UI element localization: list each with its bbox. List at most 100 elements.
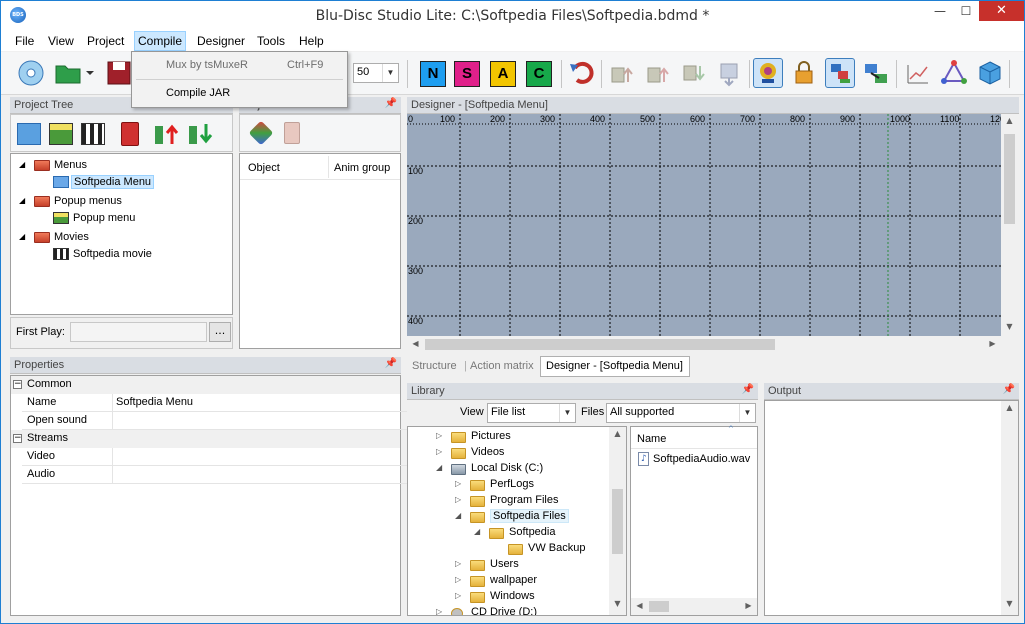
file-list-hscroll[interactable]: ◀ ▶ [631,598,757,615]
menu-view[interactable]: View [48,34,74,48]
section-streams[interactable]: − Streams [11,430,400,448]
tree-item-menus[interactable]: Menus [54,159,87,171]
tree-item-movies[interactable]: Movies [54,231,89,243]
folder-tree-item[interactable]: ▷ Windows [408,589,608,605]
chart-icon[interactable] [903,58,933,88]
col-object[interactable]: Object [248,162,280,174]
add-menu-icon[interactable] [17,123,41,145]
tree-item-softpedia-movie[interactable]: Softpedia movie [73,248,152,260]
col-anim-group[interactable]: Anim group [334,162,390,174]
tab-action-matrix[interactable]: Action matrix [470,360,534,372]
move-item-down-icon[interactable] [188,122,214,146]
folder-tree-item[interactable]: ◢ Softpedia [408,525,608,541]
prop-row-name[interactable]: Name Softpedia Menu [22,394,410,412]
minimize-button[interactable]: — [927,1,953,21]
menu-designer[interactable]: Designer [197,34,245,48]
pin-icon[interactable]: 📌 [385,358,397,369]
undo-icon[interactable] [567,58,597,88]
lock-icon[interactable] [789,58,819,88]
collapse-arrow-icon[interactable]: ◢ [474,527,480,536]
menu-help[interactable]: Help [299,34,324,48]
pin-icon[interactable]: 📌 [1003,384,1015,395]
cube-icon[interactable] [975,58,1005,88]
folder-tree-item[interactable]: ▷ Program Files [408,493,608,509]
prop-row-video[interactable]: Video [22,448,410,466]
expand-arrow-icon[interactable]: ▷ [455,591,461,600]
scroll-up-icon[interactable]: ▲ [609,429,626,438]
completed-state-button[interactable]: C [526,61,552,87]
expand-arrow-icon[interactable]: ◢ [19,232,25,241]
scroll-down-icon[interactable]: ▼ [1001,599,1018,608]
layers-icon[interactable] [825,58,855,88]
expand-arrow-icon[interactable]: ▷ [436,431,442,440]
scroll-up-icon[interactable]: ▲ [1001,403,1018,412]
menu-file[interactable]: File [15,34,34,48]
first-play-browse-button[interactable]: ... [209,322,231,342]
scroll-thumb[interactable] [649,601,669,612]
add-popup-icon[interactable] [49,123,73,145]
stack-up-icon[interactable] [607,58,637,88]
close-button[interactable]: ✕ [979,1,1024,21]
trash-icon[interactable] [121,122,139,146]
folder-tree-item[interactable]: ▷ CD Drive (D:) [408,605,608,615]
first-play-field[interactable] [70,322,207,342]
move-down-icon[interactable] [679,58,709,88]
add-object-icon[interactable] [248,120,274,146]
scroll-right-icon[interactable]: ▶ [740,601,757,610]
tab-designer[interactable]: Designer - [Softpedia Menu] [540,356,690,377]
collapse-arrow-icon[interactable]: ◢ [455,511,461,520]
pin-icon[interactable]: 📌 [742,384,754,395]
scroll-thumb[interactable] [425,339,775,350]
collapse-arrow-icon[interactable]: ◢ [436,463,442,472]
navigation-icon[interactable] [861,58,891,88]
expand-arrow-icon[interactable]: ▷ [455,559,461,568]
folder-tree-item[interactable]: ▷ Users [408,557,608,573]
chevron-down-icon[interactable] [83,58,97,88]
selected-state-button[interactable]: S [454,61,480,87]
folder-tree-item[interactable]: ◢ Local Disk (C:) [408,461,608,477]
designer-vscroll[interactable]: ▲ ▼ [1001,114,1018,336]
section-common[interactable]: − Common [11,376,400,394]
menu-tools[interactable]: Tools [257,34,285,48]
tree-item-popup-menus[interactable]: Popup menus [54,195,122,207]
folder-tree-item[interactable]: ◢ Softpedia Files [408,509,608,525]
output-vscroll[interactable]: ▲ ▼ [1001,401,1018,615]
menu-compile[interactable]: Compile [134,31,187,51]
expand-arrow-icon[interactable]: ▷ [455,495,461,504]
col-name[interactable]: Name [637,433,666,445]
trash-icon[interactable] [284,122,300,144]
scroll-thumb[interactable] [1004,134,1015,224]
move-item-up-icon[interactable] [154,122,180,146]
expand-arrow-icon[interactable]: ▷ [455,575,461,584]
folder-tree-vscroll[interactable]: ▲ ▼ [609,427,626,615]
scroll-down-icon[interactable]: ▼ [1001,322,1018,331]
folder-tree-item[interactable]: ▷ PerfLogs [408,477,608,493]
tab-structure[interactable]: Structure [412,360,457,372]
mux-by-tsmuxer-item[interactable]: Mux by tsMuxeR [166,59,248,71]
expand-arrow-icon[interactable]: ▷ [436,447,442,456]
maximize-button[interactable]: ☐ [953,1,979,21]
folder-tree-item[interactable]: ▷ wallpaper [408,573,608,589]
designer-canvas[interactable]: 0 100 200 300 400 500 600 700 800 900 1000 1100 120 1… [407,114,1001,336]
scroll-down-icon[interactable]: ▼ [609,599,626,608]
folder-tree-item[interactable]: ▷ Videos [408,445,608,461]
compile-jar-item[interactable]: Compile JAR [166,87,230,99]
expand-arrow-icon[interactable]: ▷ [436,607,442,615]
user-lock-icon[interactable] [753,58,783,88]
open-folder-icon[interactable] [53,58,83,88]
folder-tree-item[interactable]: VW Backup [408,541,608,557]
collapse-icon[interactable]: − [13,434,22,443]
prop-row-open-sound[interactable]: Open sound [22,412,410,430]
expand-arrow-icon[interactable]: ▷ [455,479,461,488]
menu-project[interactable]: Project [87,34,124,48]
files-filter-select[interactable]: All supported ▼ [606,403,756,423]
tree-item-softpedia-menu[interactable]: Softpedia Menu [71,175,155,189]
tree-item-popup-menu[interactable]: Popup menu [73,212,135,224]
view-select[interactable]: File list ▼ [487,403,576,423]
save-icon[interactable] [104,58,134,88]
add-movie-icon[interactable] [81,123,105,145]
disc-icon[interactable] [16,58,46,88]
expand-arrow-icon[interactable]: ◢ [19,196,25,205]
normal-state-button[interactable]: N [420,61,446,87]
activated-state-button[interactable]: A [490,61,516,87]
